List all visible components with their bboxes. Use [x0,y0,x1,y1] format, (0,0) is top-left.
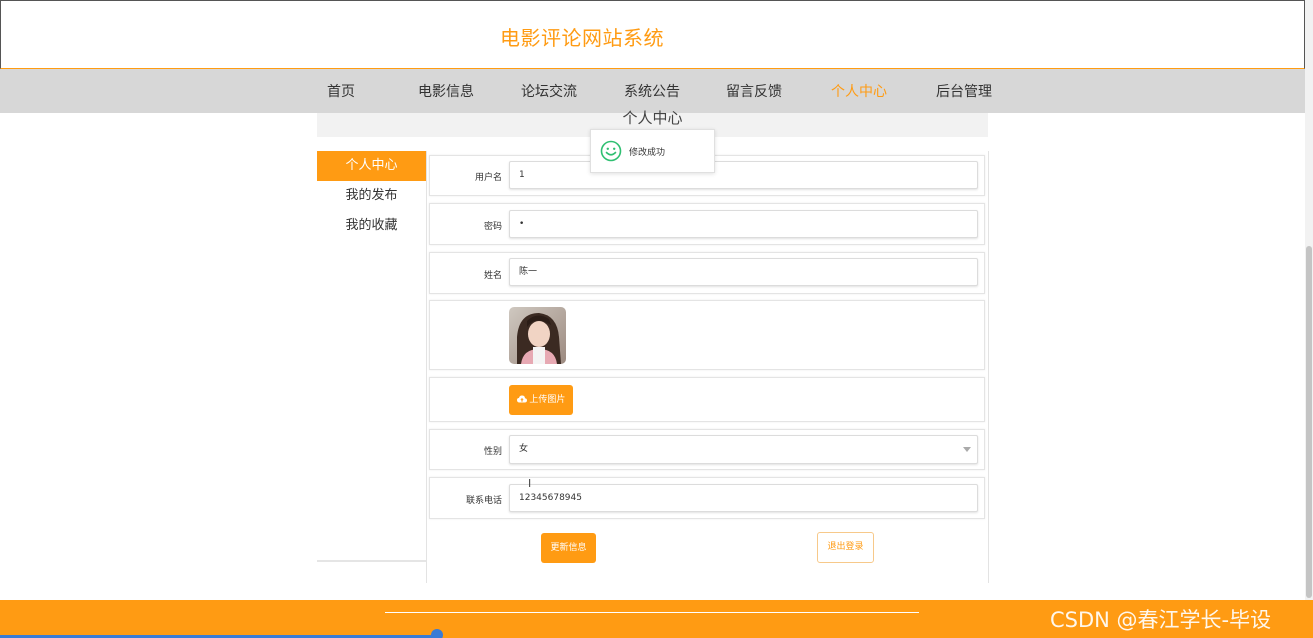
name-input[interactable]: 陈一 [509,258,978,286]
success-toast: 修改成功 [590,129,715,173]
sidebar-item-my-favorites[interactable]: 我的收藏 [317,211,426,241]
cloud-upload-icon [516,395,530,405]
smile-icon [600,140,622,162]
form-row-name: 姓名 陈一 [429,252,985,294]
text-cursor-icon: I [528,477,532,490]
nav-item-profile[interactable]: 个人中心 [831,81,887,101]
page: 电影评论网站系统 首页 电影信息 论坛交流 系统公告 留言反馈 个人中心 后台管… [0,0,1313,638]
chevron-down-icon [963,447,971,452]
password-input[interactable]: • [509,210,978,238]
site-title: 电影评论网站系统 [500,26,664,50]
video-progress-handle[interactable] [431,629,443,638]
site-footer: CSDN @春江学长-毕设 [0,600,1313,638]
phone-input[interactable]: 12345678945 [509,484,978,512]
gender-select[interactable]: 女 [509,435,978,464]
sidebar-item-my-posts[interactable]: 我的发布 [317,181,426,211]
page-scrollbar-thumb[interactable] [1306,246,1312,598]
form-row-gender: 性别 女 [429,429,985,470]
username-label: 用户名 [474,173,502,183]
section-title: 个人中心 [622,109,683,127]
nav-item-home[interactable]: 首页 [327,81,355,101]
name-label: 姓名 [483,271,502,281]
update-info-button[interactable]: 更新信息 [541,533,596,563]
footer-divider [385,612,919,613]
password-label: 密码 [483,222,502,232]
toast-message: 修改成功 [629,148,666,158]
upload-image-label: 上传图片 [529,395,566,405]
logout-button[interactable]: 退出登录 [817,532,874,563]
form-row-upload: 上传图片 [429,377,985,422]
gender-selected-value: 女 [519,444,529,454]
nav-item-movies[interactable]: 电影信息 [418,81,474,101]
upload-image-button[interactable]: 上传图片 [509,385,573,415]
nav-item-announcements[interactable]: 系统公告 [624,81,680,101]
site-header: 电影评论网站系统 [0,0,1305,69]
nav-item-feedback[interactable]: 留言反馈 [726,81,782,101]
form-row-password: 密码 • [429,203,985,245]
avatar-image[interactable] [509,307,566,364]
gender-label: 性别 [483,447,502,457]
phone-label: 联系电话 [465,496,502,506]
watermark-text: CSDN @春江学长-毕设 [1050,608,1272,632]
form-row-phone: 联系电话 12345678945 [429,477,985,519]
nav-item-forum[interactable]: 论坛交流 [521,81,577,101]
nav-item-admin[interactable]: 后台管理 [936,81,992,101]
username-input[interactable]: 1 [509,161,978,189]
profile-sidebar: 个人中心 我的发布 我的收藏 [317,151,426,562]
sidebar-item-profile[interactable]: 个人中心 [317,151,426,181]
form-row-avatar [429,300,985,370]
